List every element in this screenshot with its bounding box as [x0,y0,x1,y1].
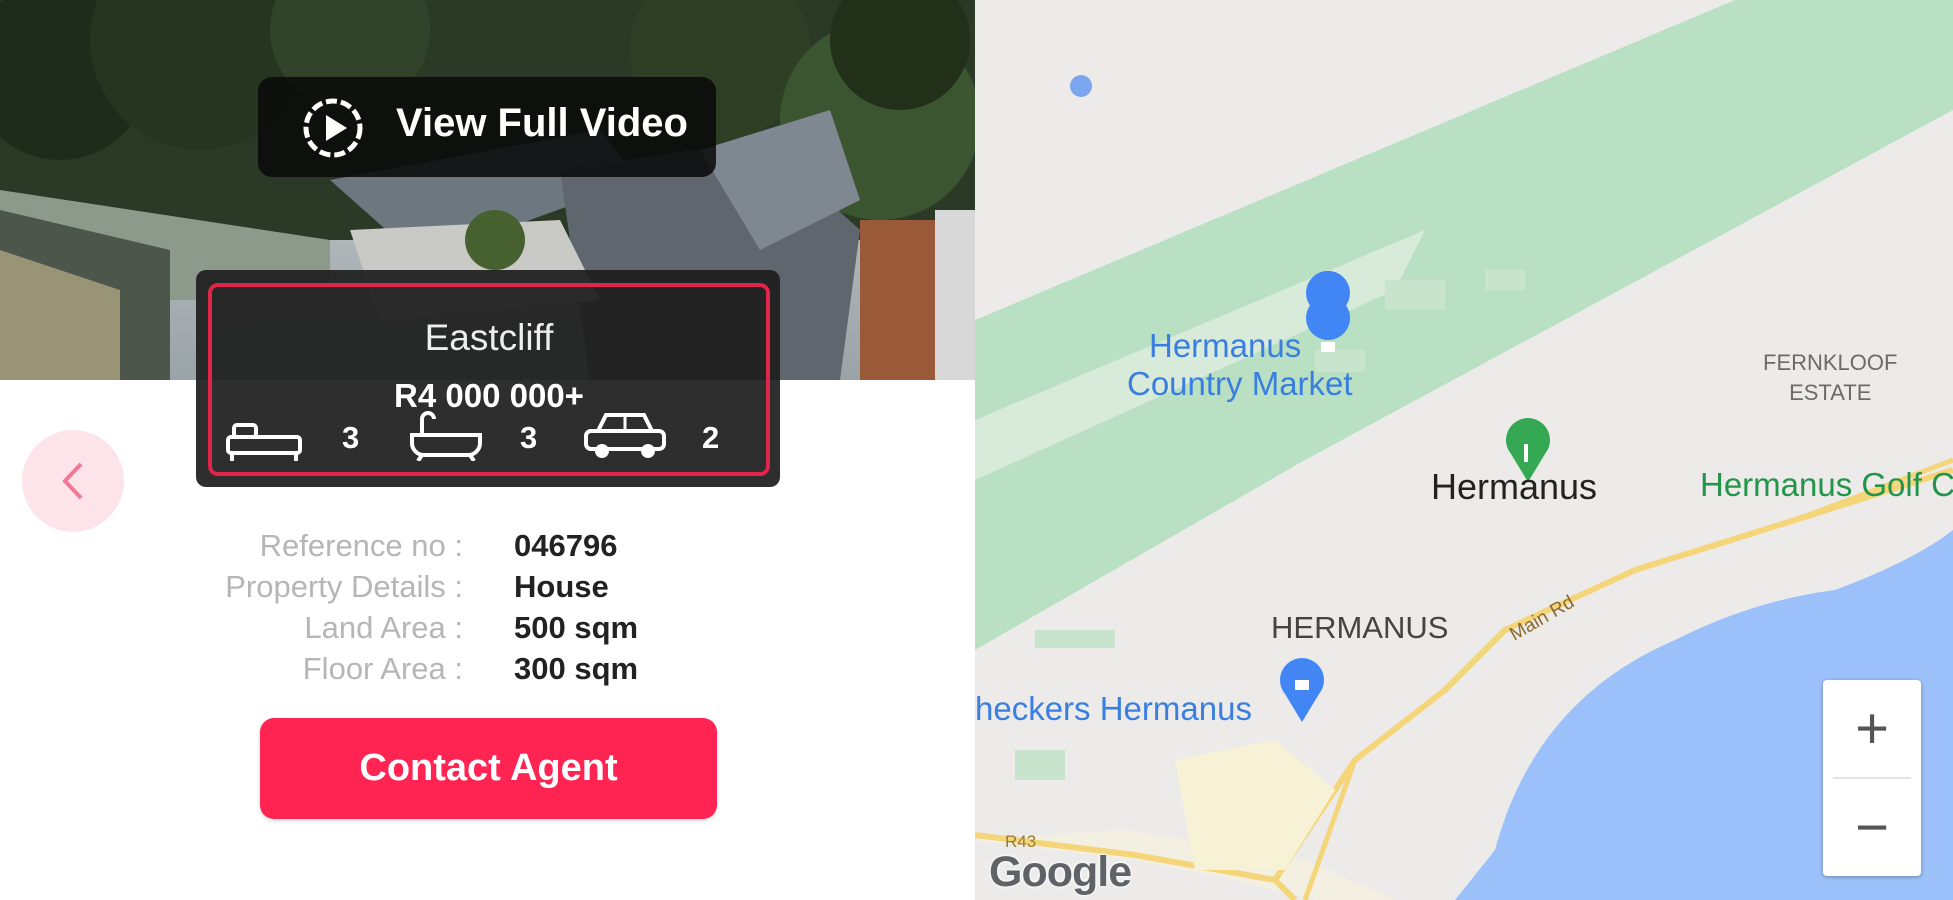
detail-row-floor-area: Floor Area : 300 sqm [0,651,975,691]
detail-value: 046796 [514,528,618,563]
map-label-golf: Hermanus Golf C [1700,466,1953,503]
zoom-out-button[interactable]: − [1823,779,1921,876]
back-button[interactable] [22,430,124,532]
detail-label: Reference no : [259,528,463,563]
listing-suburb: Eastcliff [424,317,554,358]
map-canvas [975,0,1953,900]
detail-value: 300 sqm [514,651,639,686]
play-icon [303,98,363,158]
contact-agent-button[interactable]: Contact Agent [260,718,717,819]
map-label-fernkloof: FERNKLOOF ESTATE [1763,350,1898,405]
bed-icon [226,423,302,461]
detail-row-property-type: Property Details : House [0,569,975,609]
map-label-country-market: Hermanus Country Market [1127,327,1353,402]
detail-label: Floor Area : [302,651,463,686]
listing-summary-border: Eastcliff R4 000 000+ 3 3 2 [208,283,770,476]
detail-label: Property Details : [225,569,463,604]
car-icon [584,413,666,458]
listing-price: R4 000 000+ [394,377,584,414]
bath-icon [410,411,482,461]
parking-count: 2 [702,420,720,455]
map-label-town-caps: HERMANUS [1271,610,1449,645]
google-logo: Google [989,848,1132,896]
view-full-video-button[interactable]: View Full Video [258,77,716,177]
listing-panel: View Full Video Eastcliff R4 000 000+ 3 … [0,0,975,900]
map-label-town: Hermanus [1431,466,1598,507]
view-full-video-label: View Full Video [396,101,688,145]
detail-label: Land Area : [304,610,463,645]
detail-value: House [514,569,609,604]
zoom-controls: + − [1823,680,1921,876]
chevron-left-icon [62,462,83,500]
zoom-in-button[interactable]: + [1823,680,1921,777]
detail-row-reference: Reference no : 046796 [0,528,975,568]
bathroom-count: 3 [520,420,538,455]
map-view[interactable]: Hermanus Country Market FERNKLOOF ESTATE… [975,0,1953,900]
detail-row-land-area: Land Area : 500 sqm [0,610,975,650]
detail-value: 500 sqm [514,610,639,645]
listing-summary-card: Eastcliff R4 000 000+ 3 3 2 [196,270,780,487]
bedroom-count: 3 [342,420,360,455]
map-label-checkers: heckers Hermanus [975,690,1252,727]
